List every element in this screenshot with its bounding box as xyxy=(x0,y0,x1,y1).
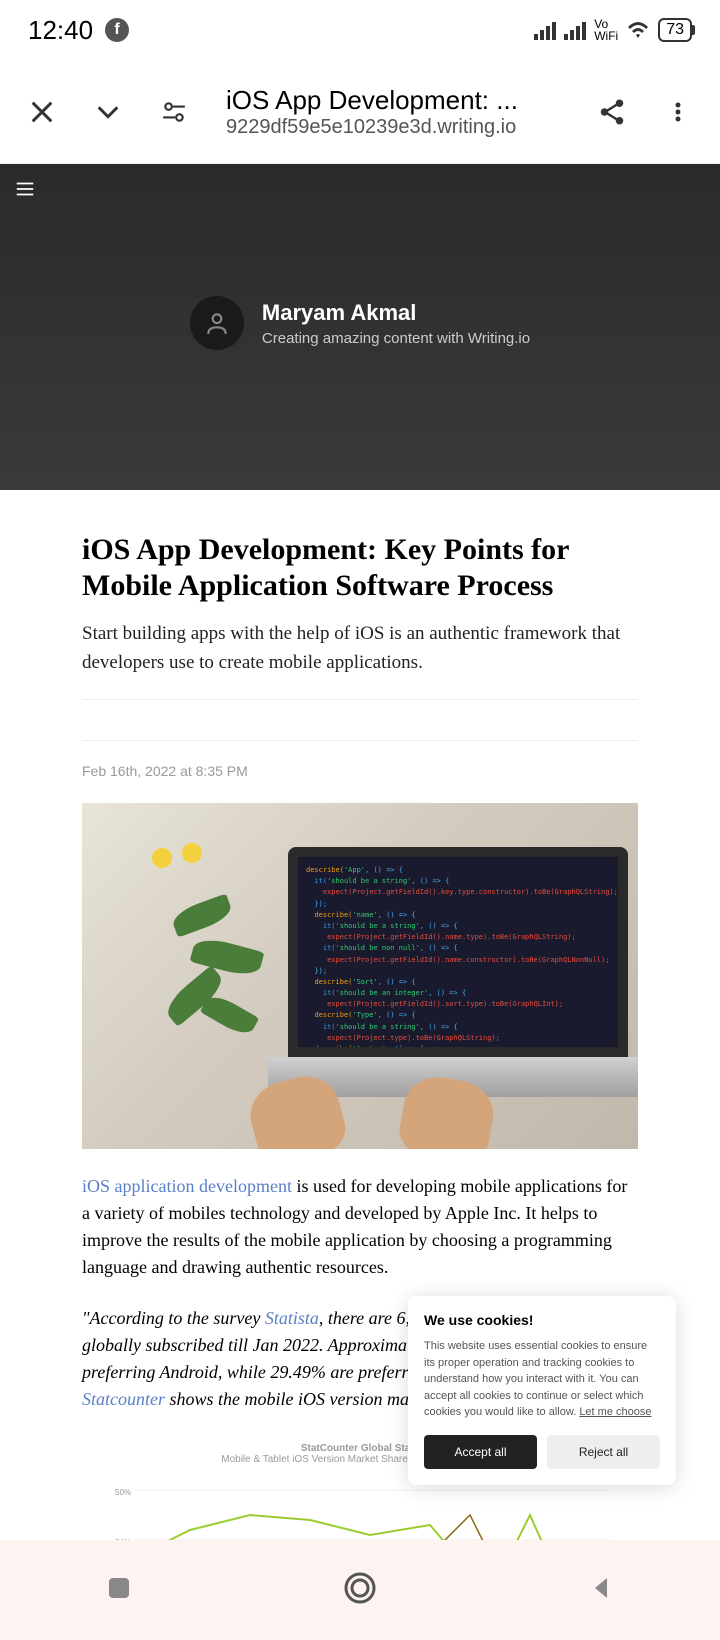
share-icon[interactable] xyxy=(592,92,632,132)
status-bar: 12:40 f VoWiFi 73 xyxy=(0,0,720,60)
article-paragraph-1: iOS application development is used for … xyxy=(82,1173,638,1281)
accept-all-button[interactable]: Accept all xyxy=(424,1435,537,1469)
wifi-icon xyxy=(626,20,650,40)
wifi-label: VoWiFi xyxy=(594,18,618,42)
cookie-title: We use cookies! xyxy=(424,1312,660,1328)
cookie-choose-link[interactable]: Let me choose xyxy=(579,1406,651,1418)
article-subtitle: Start building apps with the help of iOS… xyxy=(82,620,638,700)
battery-indicator: 73 xyxy=(658,18,692,42)
close-icon[interactable] xyxy=(22,92,62,132)
link-statcounter[interactable]: Statcounter xyxy=(82,1389,165,1409)
author-name: Maryam Akmal xyxy=(262,300,530,326)
page-url: 9229df59e5e10239e3d.writing.io xyxy=(226,116,566,139)
status-time: 12:40 xyxy=(28,15,93,46)
svg-text:50%: 50% xyxy=(115,1488,131,1497)
cookie-text: This website uses essential cookies to e… xyxy=(424,1338,660,1421)
page-title: iOS App Development: ... xyxy=(226,85,566,116)
avatar[interactable] xyxy=(190,296,244,350)
hero-section: Maryam Akmal Creating amazing content wi… xyxy=(0,164,720,490)
more-icon[interactable] xyxy=(658,92,698,132)
reject-all-button[interactable]: Reject all xyxy=(547,1435,660,1469)
system-nav-bar xyxy=(0,1540,720,1640)
chevron-down-icon[interactable] xyxy=(88,92,128,132)
browser-bar: iOS App Development: ... 9229df59e5e1023… xyxy=(0,60,720,164)
signal-icon-2 xyxy=(564,20,586,40)
facebook-icon: f xyxy=(105,18,129,42)
link-statista[interactable]: Statista xyxy=(265,1308,319,1328)
settings-sliders-icon[interactable] xyxy=(154,92,194,132)
hamburger-icon[interactable] xyxy=(14,178,36,205)
link-ios-dev[interactable]: iOS application development xyxy=(82,1176,292,1196)
back-icon[interactable] xyxy=(587,1574,615,1607)
signal-icon xyxy=(534,20,556,40)
home-icon[interactable] xyxy=(342,1570,378,1611)
article-hero-image: describe('App', () => { it('should be a … xyxy=(82,803,638,1149)
article-timestamp: Feb 16th, 2022 at 8:35 PM xyxy=(82,763,638,779)
author-tagline: Creating amazing content with Writing.io xyxy=(262,330,530,347)
article-title: iOS App Development: Key Points for Mobi… xyxy=(82,532,638,604)
recent-apps-icon[interactable] xyxy=(105,1574,133,1607)
cookie-banner: We use cookies! This website uses essent… xyxy=(408,1296,676,1485)
